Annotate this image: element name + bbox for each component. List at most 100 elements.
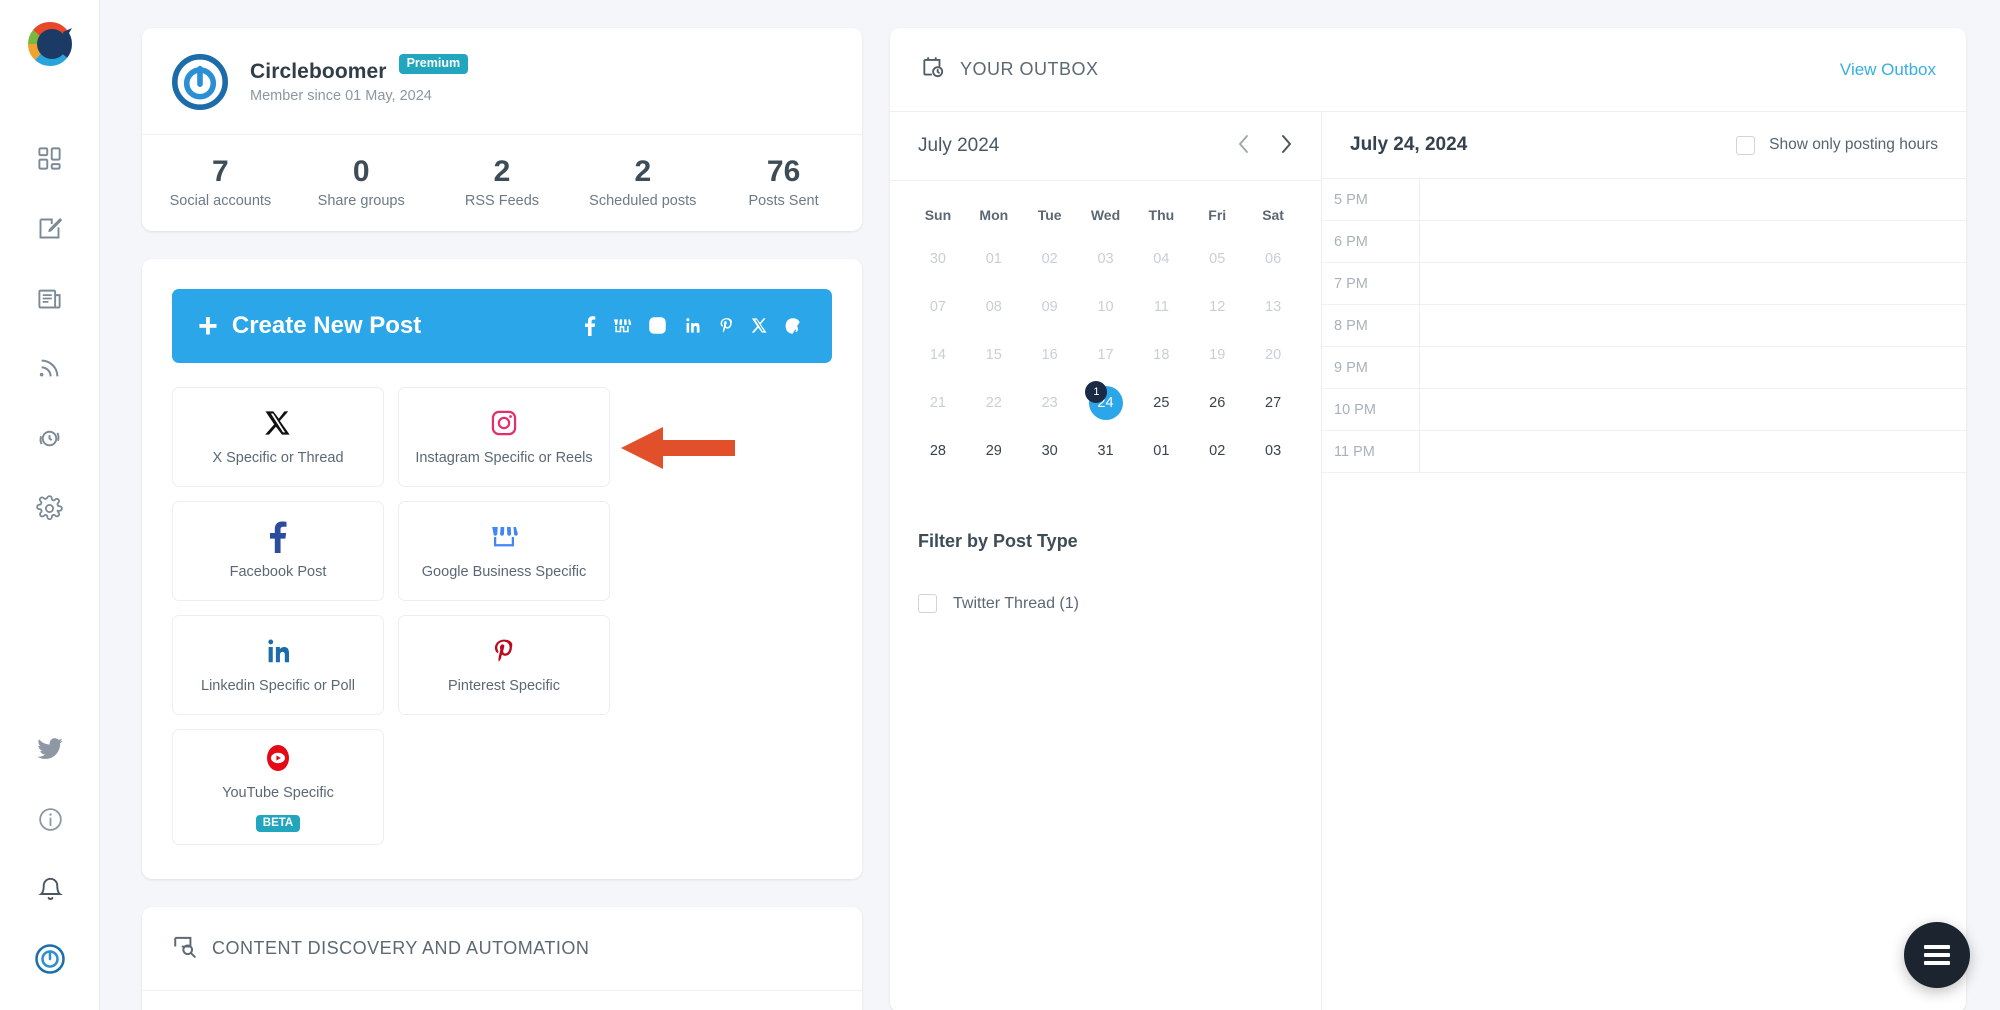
calendar-day-06[interactable]: 06	[1245, 235, 1301, 283]
stat-rss-feeds: 2 RSS Feeds	[432, 155, 573, 209]
chevron-right-icon[interactable]	[1280, 134, 1293, 158]
schedule-hour-slot[interactable]	[1420, 305, 1966, 346]
schedule-hour-slot[interactable]	[1420, 179, 1966, 220]
calendar-day-05[interactable]: 05	[1189, 235, 1245, 283]
calendar-day-15[interactable]: 15	[966, 331, 1022, 379]
calendar-day-27[interactable]: 27	[1245, 379, 1301, 427]
post-type-google-business[interactable]: Google Business Specific	[398, 500, 610, 601]
post-type-facebook-post[interactable]: Facebook Post	[172, 500, 384, 601]
calendar-day-03[interactable]: 03	[1245, 427, 1301, 475]
post-type-x-specific[interactable]: X Specific or Thread	[172, 386, 384, 487]
sidebar-item-info[interactable]	[0, 784, 100, 854]
calendar-day-01[interactable]: 01	[966, 235, 1022, 283]
calendar-day-28[interactable]: 28	[910, 427, 966, 475]
calendar-day-23[interactable]: 23	[1022, 379, 1078, 427]
circleboom-logo[interactable]	[22, 16, 78, 77]
content-discovery-header: CONTENT DISCOVERY AND AUTOMATION	[142, 907, 862, 991]
calendar-day-24[interactable]: 24 1	[1078, 379, 1134, 427]
tile-label: X Specific or Thread	[212, 449, 344, 466]
network-icon-row	[584, 315, 802, 336]
sidebar-item-notifications[interactable]	[0, 854, 100, 924]
calendar-day-21[interactable]: 21	[910, 379, 966, 427]
posting-hours-label: Show only posting hours	[1769, 136, 1938, 153]
schedule-hour-slot[interactable]	[1420, 431, 1966, 472]
schedule-hour-slot[interactable]	[1420, 221, 1966, 262]
calendar-day-07[interactable]: 07	[910, 283, 966, 331]
calendar-day-30[interactable]: 30	[910, 235, 966, 283]
chevron-left-icon[interactable]	[1237, 134, 1250, 158]
content-discovery-title: CONTENT DISCOVERY AND AUTOMATION	[212, 937, 590, 958]
post-type-youtube-specific[interactable]: YouTube Specific BETA	[172, 728, 384, 845]
calendar-day-10[interactable]: 10	[1078, 283, 1134, 331]
stat-label: Posts Sent	[748, 192, 819, 209]
sidebar-item-rss[interactable]	[0, 333, 100, 403]
hamburger-icon	[1924, 945, 1950, 965]
stat-label: RSS Feeds	[464, 192, 540, 209]
filter-option-twitter-thread[interactable]: Twitter Thread (1)	[918, 594, 1293, 613]
orange-left-arrow-annotation	[619, 425, 735, 471]
sidebar-item-content-curation[interactable]	[0, 263, 100, 333]
calendar-week-row: 28 29 30 31 01 02 03	[910, 427, 1301, 475]
info-circle-icon	[37, 806, 64, 833]
calendar-day-30[interactable]: 30	[1022, 427, 1078, 475]
calendar-day-17[interactable]: 17	[1078, 331, 1134, 379]
schedule-hour-slot[interactable]	[1420, 347, 1966, 388]
calendar-day-20[interactable]: 20	[1245, 331, 1301, 379]
calendar-day-11[interactable]: 11	[1133, 283, 1189, 331]
calendar-day-01[interactable]: 01	[1133, 427, 1189, 475]
view-outbox-link[interactable]: View Outbox	[1840, 60, 1936, 80]
calendar-day-25[interactable]: 25	[1133, 379, 1189, 427]
calendar-header: July 2024	[890, 112, 1321, 181]
show-only-posting-hours-toggle[interactable]: Show only posting hours	[1736, 135, 1938, 155]
content-discovery-card: CONTENT DISCOVERY AND AUTOMATION	[142, 906, 862, 1010]
google-business-icon	[489, 520, 519, 554]
calendar-day-08[interactable]: 08	[966, 283, 1022, 331]
create-new-post-button[interactable]: + Create New Post	[172, 288, 832, 363]
linkedin-icon	[683, 316, 702, 335]
calendar-week-row: 07 08 09 10 11 12 13	[910, 283, 1301, 331]
post-type-instagram-specific[interactable]: Instagram Specific or Reels	[398, 386, 610, 487]
calendar-day-14[interactable]: 14	[910, 331, 966, 379]
calendar-day-02[interactable]: 02	[1022, 235, 1078, 283]
member-since: Member since 01 May, 2024	[250, 88, 432, 104]
profile-name-row: Circleboomer Premium	[250, 54, 469, 84]
calendar-day-03[interactable]: 03	[1078, 235, 1134, 283]
calendar-day-12[interactable]: 12	[1189, 283, 1245, 331]
tile-label: Linkedin Specific or Poll	[201, 677, 355, 694]
menu-fab[interactable]	[1904, 922, 1970, 988]
sidebar-item-account[interactable]	[0, 924, 100, 994]
schedule-hour-slot[interactable]	[1420, 389, 1966, 430]
post-type-pinterest-specific[interactable]: Pinterest Specific	[398, 614, 610, 715]
schedule-hour-label: 8 PM	[1322, 305, 1420, 346]
calendar-day-02[interactable]: 02	[1189, 427, 1245, 475]
post-type-grid: X Specific or Thread Instagram Specific …	[172, 386, 832, 845]
schedule-hour-row: 10 PM	[1322, 389, 1966, 431]
calendar-day-04[interactable]: 04	[1133, 235, 1189, 283]
schedule-hour-row: 8 PM	[1322, 305, 1966, 347]
calendar-day-31[interactable]: 31	[1078, 427, 1134, 475]
schedule-panel: July 24, 2024 Show only posting hours 5 …	[1322, 112, 1966, 1010]
filter-title: Filter by Post Type	[918, 531, 1078, 551]
calendar-day-22[interactable]: 22	[966, 379, 1022, 427]
calendar-day-18[interactable]: 18	[1133, 331, 1189, 379]
twitter-bird-icon	[36, 735, 64, 763]
calendar-day-16[interactable]: 16	[1022, 331, 1078, 379]
calendar-day-09[interactable]: 09	[1022, 283, 1078, 331]
schedule-hour-row: 9 PM	[1322, 347, 1966, 389]
filter-checkbox[interactable]	[918, 594, 937, 613]
schedule-hour-slot[interactable]	[1420, 263, 1966, 304]
linkedin-icon	[263, 634, 293, 668]
calendar-day-26[interactable]: 26	[1189, 379, 1245, 427]
post-type-linkedin-specific[interactable]: Linkedin Specific or Poll	[172, 614, 384, 715]
calendar-day-29[interactable]: 29	[966, 427, 1022, 475]
calendar-day-19[interactable]: 19	[1189, 331, 1245, 379]
posting-hours-checkbox[interactable]	[1736, 135, 1756, 155]
facebook-icon	[268, 520, 288, 554]
outbox-title: YOUR OUTBOX	[960, 59, 1099, 79]
calendar-day-13[interactable]: 13	[1245, 283, 1301, 331]
sidebar-item-settings[interactable]	[0, 473, 100, 543]
sidebar-item-recurring[interactable]	[0, 403, 100, 473]
sidebar-item-create-post[interactable]	[0, 193, 100, 263]
sidebar-item-twitter[interactable]	[0, 714, 100, 784]
sidebar-item-dashboard[interactable]	[0, 123, 100, 193]
